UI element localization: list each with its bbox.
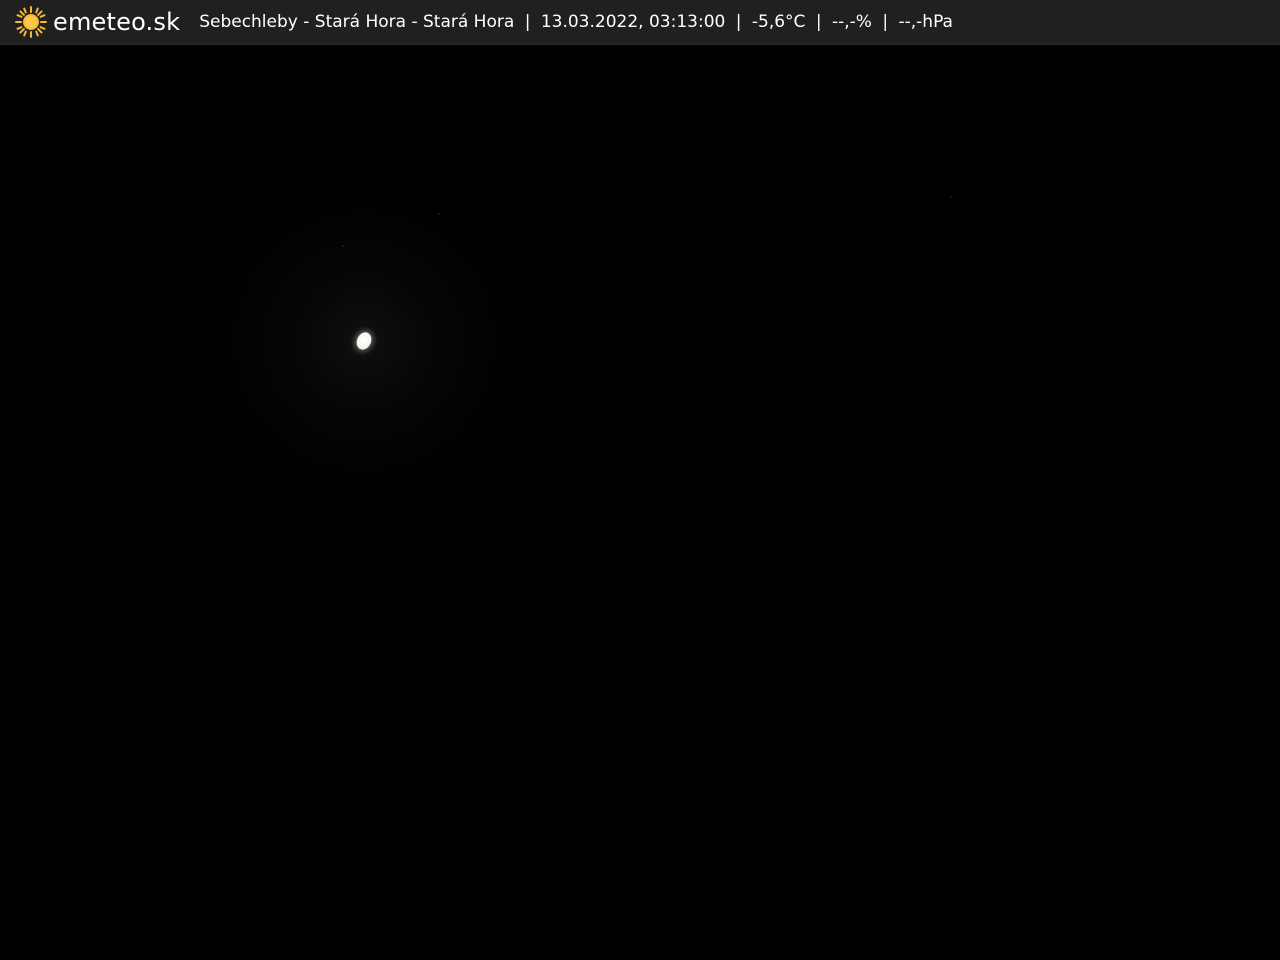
webcam-frame: emeteo.sk Sebechleby - Stará Hora - Star… bbox=[0, 0, 1280, 960]
pressure-value: --,-hPa bbox=[898, 12, 953, 32]
caption-separator: | bbox=[524, 12, 531, 32]
sun-icon bbox=[15, 6, 47, 38]
capture-datetime: 13.03.2022, 03:13:00 bbox=[540, 12, 726, 32]
caption-separator: | bbox=[882, 12, 889, 32]
info-bar: emeteo.sk Sebechleby - Stará Hora - Star… bbox=[0, 0, 1280, 45]
humidity-value: --,-% bbox=[831, 12, 872, 32]
caption-separator: | bbox=[815, 12, 822, 32]
location-name: Sebechleby - Stará Hora - Stará Hora bbox=[199, 12, 515, 32]
star bbox=[438, 213, 440, 215]
caption-separator: | bbox=[735, 12, 742, 32]
webcam-image bbox=[0, 45, 1280, 960]
webcam-caption: Sebechleby - Stará Hora - Stará Hora | 1… bbox=[199, 12, 953, 32]
star bbox=[950, 196, 952, 198]
temperature-value: -5,6°C bbox=[751, 12, 806, 32]
brand-name: emeteo.sk bbox=[53, 8, 181, 36]
star bbox=[342, 245, 344, 247]
brand[interactable]: emeteo.sk bbox=[14, 5, 180, 39]
